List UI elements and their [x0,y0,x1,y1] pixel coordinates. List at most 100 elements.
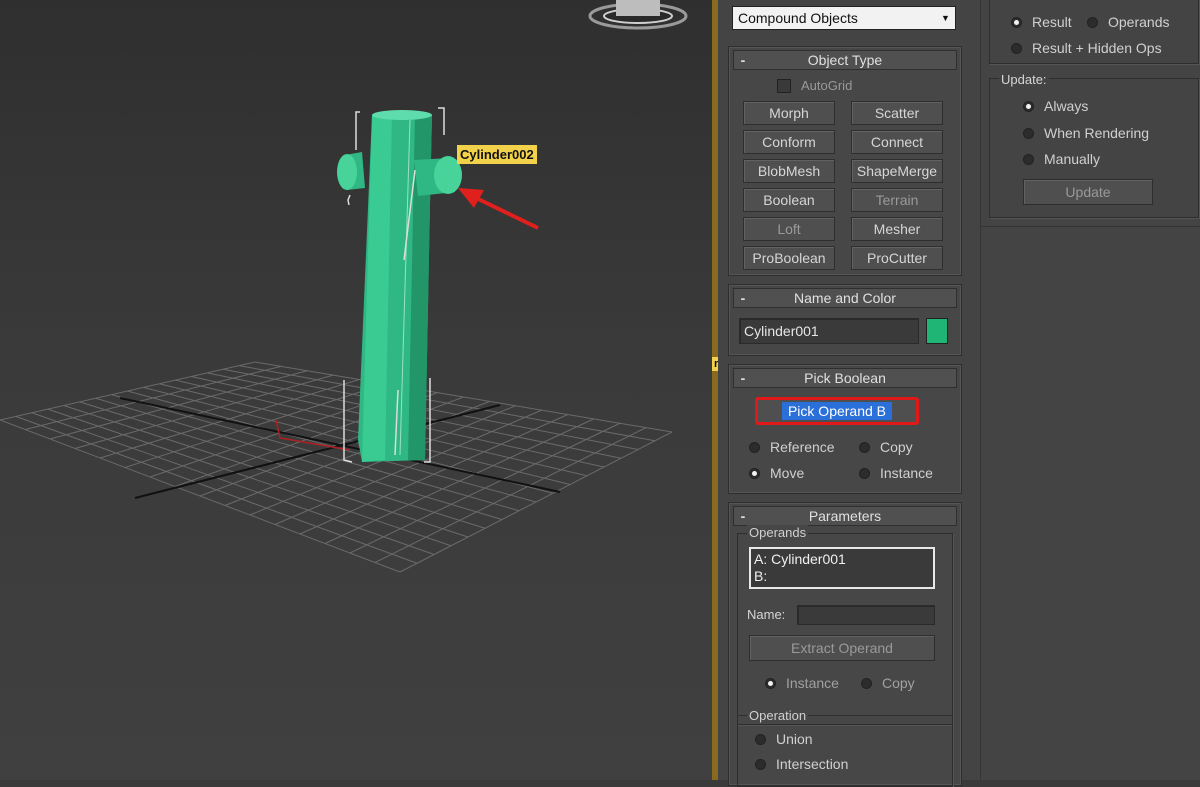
collapse-icon: - [740,52,746,68]
radio-operands[interactable]: Operands [1087,14,1169,30]
collapse-icon: - [740,290,746,306]
radio-label: Copy [880,439,913,455]
update-group-label: Update: [999,72,1049,87]
radio-instance[interactable]: Instance [859,465,933,481]
object-type-button-mesher[interactable]: Mesher [851,217,943,241]
radio-icon [1011,16,1022,28]
radio-icon [755,733,766,745]
radio-label: Always [1044,98,1089,114]
chevron-down-icon: ▼ [941,13,950,23]
radio-always[interactable]: Always [1023,98,1088,114]
radio-icon [749,441,760,453]
radio-icon [765,677,776,689]
radio-label: Manually [1044,151,1101,167]
radio-icon [755,758,766,770]
autogrid-label: AutoGrid [801,78,853,93]
radio-extract-instance[interactable]: Instance [765,675,839,691]
radio-label: Result [1032,14,1072,30]
object-type-button-morph[interactable]: Morph [743,101,835,125]
pick-operand-b-label: Pick Operand B [781,402,893,420]
radio-result-hidden-ops[interactable]: Result + Hidden Ops [1011,40,1162,56]
object-type-button-conform[interactable]: Conform [743,130,835,154]
rollout-parameters-header[interactable]: - Parameters [733,506,957,526]
object-type-button-proboolean[interactable]: ProBoolean [743,246,835,270]
radio-label: Move [770,465,805,481]
radio-label: Union [776,731,813,747]
annotation-arrow [458,188,539,230]
update-button[interactable]: Update [1023,179,1153,205]
rollout-name-color-header[interactable]: - Name and Color [733,288,957,308]
radio-label: Intersection [776,756,849,772]
object-type-button-scatter[interactable]: Scatter [851,101,943,125]
operand-a-item[interactable]: A: Cylinder001 [754,551,930,568]
radio-icon [1011,42,1022,54]
operand-name-field[interactable] [797,605,935,625]
radio-label: Result + Hidden Ops [1032,40,1162,56]
pick-operand-b-button[interactable]: Pick Operand B [755,397,919,425]
radio-icon [861,677,872,689]
radio-icon [859,467,870,479]
operation-group [737,715,953,787]
radio-label: When Rendering [1044,125,1150,141]
category-dropdown[interactable]: Compound Objects ▼ [732,6,956,30]
radio-icon [1023,127,1034,139]
command-panel: Compound Objects ▼ - Object Type AutoGri… [718,0,980,787]
collapse-icon: - [740,370,746,386]
object-color-swatch[interactable] [926,318,948,344]
rollout-title: Name and Color [794,290,896,306]
radio-label: Copy [882,675,915,691]
home-grid [0,361,673,573]
radio-label: Instance [786,675,839,691]
object-type-button-boolean[interactable]: Boolean [743,188,835,212]
radio-copy[interactable]: Copy [859,439,913,455]
radio-icon [1087,16,1098,28]
rollout-object-type: - Object Type AutoGrid Morph Scatter Confo… [728,46,962,276]
radio-reference[interactable]: Reference [749,439,835,455]
radio-label: Operands [1108,14,1170,30]
radio-manually[interactable]: Manually [1023,151,1100,167]
display-update-panel: Result Operands Result + Hidden Ops Upda… [980,0,1200,780]
radio-icon [1023,153,1034,165]
checkbox-icon [777,78,791,93]
object-type-button-blobmesh[interactable]: BlobMesh [743,159,835,183]
radio-intersection[interactable]: Intersection [755,756,848,772]
operand-b-item[interactable]: B: [754,568,930,585]
radio-when-rendering[interactable]: When Rendering [1023,125,1149,141]
rollout-title: Parameters [808,508,882,524]
scene-canvas [0,0,688,573]
panel-divider [981,226,1200,227]
radio-move[interactable]: Move [749,465,804,481]
object-type-button-connect[interactable]: Connect [851,130,943,154]
collapse-icon: - [740,508,746,524]
radio-icon [859,441,870,453]
object-type-button-loft[interactable]: Loft [743,217,835,241]
radio-extract-copy[interactable]: Copy [861,675,915,691]
viewcube-icon [588,0,688,30]
object-name-field[interactable]: Cylinder001 [739,318,919,344]
object-type-button-procutter[interactable]: ProCutter [851,246,943,270]
viewport-perspective[interactable]: Cylinder002 [0,0,712,780]
object-name-tag: Cylinder002 [457,145,537,164]
object-type-button-shapemerge[interactable]: ShapeMerge [851,159,943,183]
object-type-button-terrain[interactable]: Terrain [851,188,943,212]
autogrid-checkbox[interactable]: AutoGrid [777,78,852,93]
radio-label: Reference [770,439,835,455]
radio-label: Instance [880,465,933,481]
operands-group-label: Operands [747,525,809,540]
rollout-pick-boolean-header[interactable]: - Pick Boolean [733,368,957,388]
rollout-parameters: - Parameters Operands A: Cylinder001 B: … [728,502,962,787]
operands-list[interactable]: A: Cylinder001 B: [749,547,935,589]
category-dropdown-value: Compound Objects [738,10,858,26]
operation-group-label: Operation [747,708,809,723]
rollout-object-type-header[interactable]: - Object Type [733,50,957,70]
rollout-title: Pick Boolean [804,370,886,386]
radio-union[interactable]: Union [755,731,813,747]
rollout-pick-boolean: - Pick Boolean Pick Operand B Reference … [728,364,962,494]
radio-result[interactable]: Result [1011,14,1072,30]
operand-name-label: Name: [747,607,786,622]
rollout-name-color: - Name and Color Cylinder001 [728,284,962,356]
radio-icon [749,467,760,479]
radio-icon [1023,100,1034,112]
extract-operand-button[interactable]: Extract Operand [749,635,935,661]
rollout-title: Object Type [807,52,883,68]
